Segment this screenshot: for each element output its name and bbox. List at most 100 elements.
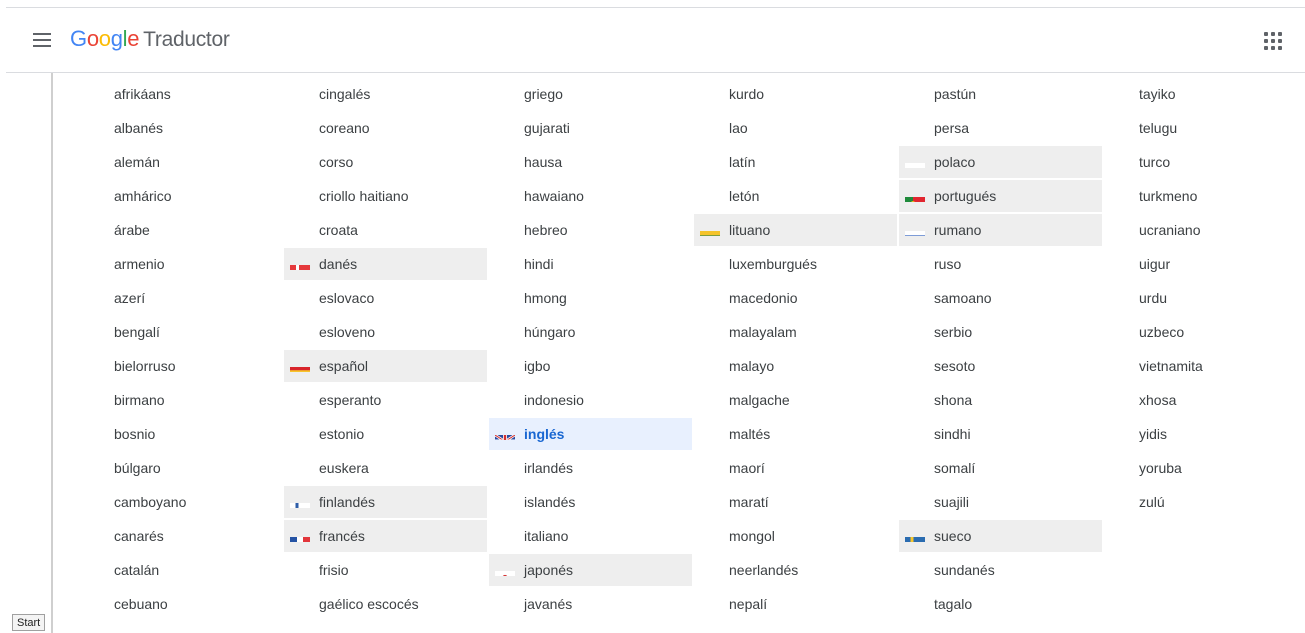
language-option[interactable]: javanés: [489, 588, 692, 620]
language-option[interactable]: bosnio: [79, 418, 282, 450]
language-option[interactable]: sesoto: [899, 350, 1102, 382]
language-option[interactable]: kurdo: [694, 78, 897, 110]
language-option[interactable]: xhosa: [1104, 384, 1305, 416]
language-option[interactable]: bengalí: [79, 316, 282, 348]
language-option[interactable]: malayo: [694, 350, 897, 382]
language-option[interactable]: zulú: [1104, 486, 1305, 518]
language-option[interactable]: sundanés: [899, 554, 1102, 586]
language-option[interactable]: cingalés: [284, 78, 487, 110]
language-option[interactable]: samoano: [899, 282, 1102, 314]
language-option[interactable]: lao: [694, 112, 897, 144]
language-option[interactable]: hebreo: [489, 214, 692, 246]
language-option[interactable]: afrikáans: [79, 78, 282, 110]
language-label: uzbeco: [1139, 324, 1185, 340]
language-option[interactable]: ruso: [899, 248, 1102, 280]
language-option[interactable]: somalí: [899, 452, 1102, 484]
language-option[interactable]: estonio: [284, 418, 487, 450]
google-translate-logo[interactable]: Google Traductor: [70, 26, 230, 52]
language-option[interactable]: polaco: [899, 146, 1102, 178]
language-option[interactable]: armenio: [79, 248, 282, 280]
language-option[interactable]: árabe: [79, 214, 282, 246]
hamburger-menu-icon[interactable]: [30, 30, 54, 50]
language-option[interactable]: uigur: [1104, 248, 1305, 280]
language-option[interactable]: latín: [694, 146, 897, 178]
language-option[interactable]: euskera: [284, 452, 487, 484]
language-option[interactable]: croata: [284, 214, 487, 246]
language-option[interactable]: coreano: [284, 112, 487, 144]
language-option[interactable]: luxemburgués: [694, 248, 897, 280]
language-option[interactable]: criollo haitiano: [284, 180, 487, 212]
language-option[interactable]: ucraniano: [1104, 214, 1305, 246]
language-option[interactable]: alemán: [79, 146, 282, 178]
language-option[interactable]: esloveno: [284, 316, 487, 348]
language-option[interactable]: esperanto: [284, 384, 487, 416]
apps-grid-icon[interactable]: [1264, 32, 1282, 50]
language-option[interactable]: neerlandés: [694, 554, 897, 586]
language-option[interactable]: maltés: [694, 418, 897, 450]
language-option[interactable]: igbo: [489, 350, 692, 382]
language-option[interactable]: serbio: [899, 316, 1102, 348]
language-option[interactable]: macedonio: [694, 282, 897, 314]
language-option[interactable]: danés: [284, 248, 487, 280]
language-option[interactable]: sueco: [899, 520, 1102, 552]
language-option[interactable]: yidis: [1104, 418, 1305, 450]
language-option[interactable]: turkmeno: [1104, 180, 1305, 212]
language-option[interactable]: malayalam: [694, 316, 897, 348]
language-option[interactable]: vietnamita: [1104, 350, 1305, 382]
language-option[interactable]: urdu: [1104, 282, 1305, 314]
language-option[interactable]: albanés: [79, 112, 282, 144]
language-option[interactable]: italiano: [489, 520, 692, 552]
language-option[interactable]: birmano: [79, 384, 282, 416]
language-option[interactable]: finlandés: [284, 486, 487, 518]
language-option[interactable]: inglés: [489, 418, 692, 450]
language-option[interactable]: bielorruso: [79, 350, 282, 382]
language-option[interactable]: hindi: [489, 248, 692, 280]
language-option[interactable]: canarés: [79, 520, 282, 552]
language-option[interactable]: pastún: [899, 78, 1102, 110]
language-option[interactable]: nepalí: [694, 588, 897, 620]
language-option[interactable]: azerí: [79, 282, 282, 314]
language-option[interactable]: japonés: [489, 554, 692, 586]
language-option[interactable]: cebuano: [79, 588, 282, 620]
language-option[interactable]: gaélico escocés: [284, 588, 487, 620]
language-option[interactable]: letón: [694, 180, 897, 212]
language-option[interactable]: amhárico: [79, 180, 282, 212]
language-option[interactable]: yoruba: [1104, 452, 1305, 484]
language-option[interactable]: rumano: [899, 214, 1102, 246]
language-option[interactable]: tayiko: [1104, 78, 1305, 110]
language-option[interactable]: húngaro: [489, 316, 692, 348]
language-option[interactable]: búlgaro: [79, 452, 282, 484]
language-option[interactable]: islandés: [489, 486, 692, 518]
language-option[interactable]: maorí: [694, 452, 897, 484]
language-option[interactable]: frisio: [284, 554, 487, 586]
language-option[interactable]: turco: [1104, 146, 1305, 178]
language-option[interactable]: tagalo: [899, 588, 1102, 620]
language-label: danés: [319, 256, 358, 272]
language-option[interactable]: eslovaco: [284, 282, 487, 314]
language-option[interactable]: maratí: [694, 486, 897, 518]
language-label: tayiko: [1139, 86, 1176, 102]
language-option[interactable]: griego: [489, 78, 692, 110]
language-option[interactable]: mongol: [694, 520, 897, 552]
language-option[interactable]: malgache: [694, 384, 897, 416]
language-option[interactable]: catalán: [79, 554, 282, 586]
start-button[interactable]: Start: [12, 614, 46, 631]
language-option[interactable]: telugu: [1104, 112, 1305, 144]
language-option[interactable]: suajili: [899, 486, 1102, 518]
language-option[interactable]: irlandés: [489, 452, 692, 484]
language-option[interactable]: persa: [899, 112, 1102, 144]
language-option[interactable]: español: [284, 350, 487, 382]
language-option[interactable]: uzbeco: [1104, 316, 1305, 348]
language-option[interactable]: shona: [899, 384, 1102, 416]
language-option[interactable]: hmong: [489, 282, 692, 314]
language-option[interactable]: camboyano: [79, 486, 282, 518]
language-option[interactable]: gujarati: [489, 112, 692, 144]
language-option[interactable]: lituano: [694, 214, 897, 246]
language-option[interactable]: portugués: [899, 180, 1102, 212]
language-option[interactable]: hawaiano: [489, 180, 692, 212]
language-option[interactable]: sindhi: [899, 418, 1102, 450]
language-option[interactable]: francés: [284, 520, 487, 552]
language-option[interactable]: indonesio: [489, 384, 692, 416]
language-option[interactable]: corso: [284, 146, 487, 178]
language-option[interactable]: hausa: [489, 146, 692, 178]
